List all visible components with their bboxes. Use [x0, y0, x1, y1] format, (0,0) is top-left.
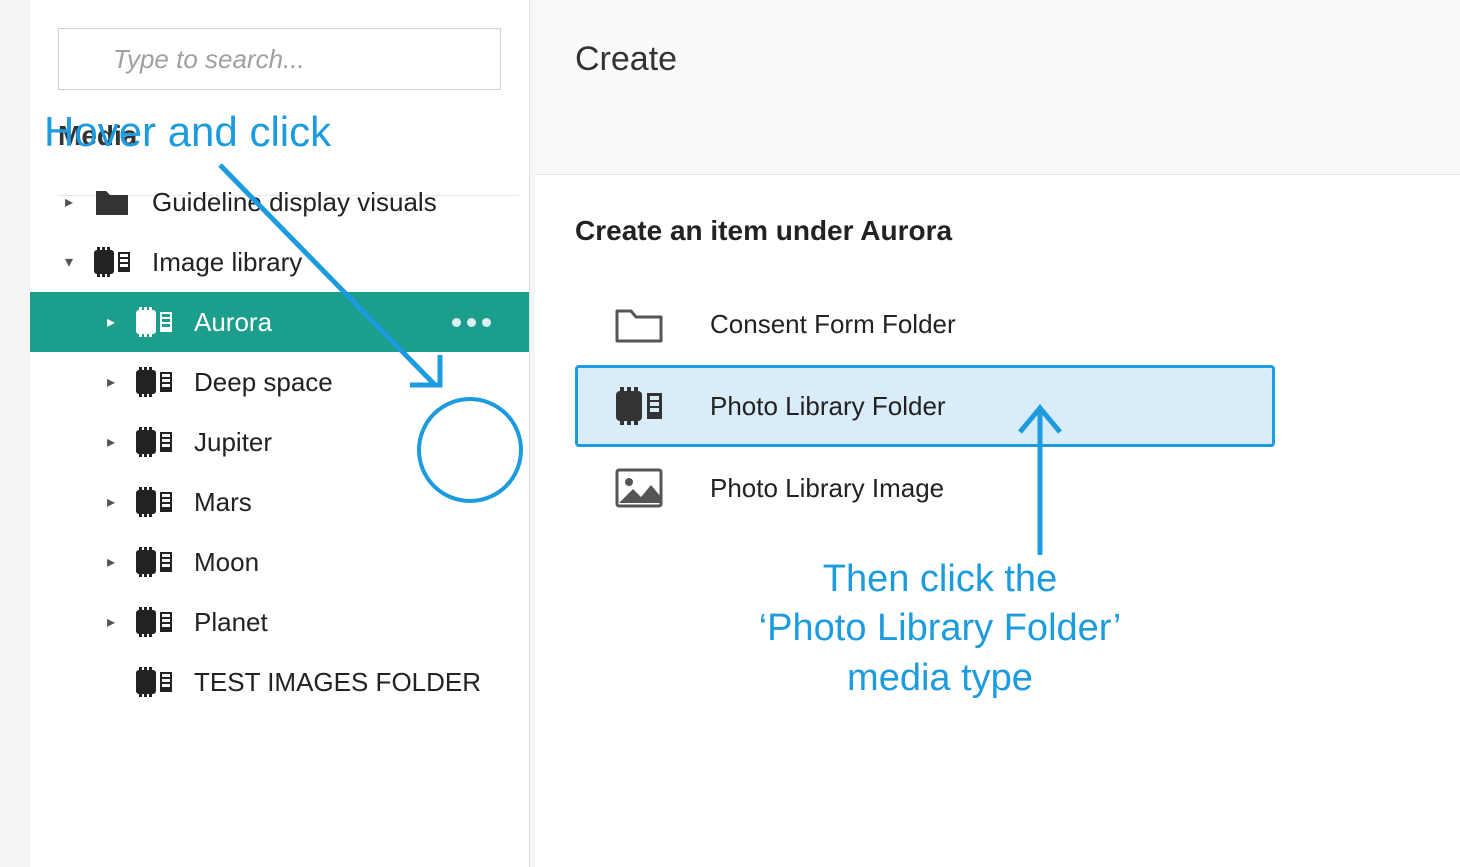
film-icon: [132, 486, 176, 518]
film-icon: [132, 546, 176, 578]
film-icon: [132, 666, 176, 698]
annotation-line: ‘Photo Library Folder’: [759, 607, 1122, 649]
chevron-right-icon[interactable]: ▸: [100, 612, 122, 632]
tree-label: Guideline display visuals: [152, 187, 529, 218]
more-options-icon[interactable]: [452, 318, 491, 327]
option-photo-library-image[interactable]: Photo Library Image: [575, 447, 1275, 529]
page-title: Create: [575, 40, 1420, 79]
option-consent-form-folder[interactable]: Consent Form Folder: [575, 283, 1275, 365]
main-body: Create an item under Aurora Consent Form…: [535, 175, 1460, 569]
tree-label: TEST IMAGES FOLDER: [194, 667, 529, 698]
option-label: Photo Library Folder: [710, 391, 946, 422]
annotation-line: Then click the: [823, 558, 1057, 600]
folder-icon: [604, 303, 674, 345]
chevron-right-icon[interactable]: ▸: [100, 312, 122, 332]
tree-item-moon[interactable]: ▸ Moon: [30, 532, 529, 592]
chevron-right-icon[interactable]: ▸: [58, 192, 80, 212]
film-icon: [132, 426, 176, 458]
search-input[interactable]: [58, 28, 501, 90]
film-icon: [604, 385, 674, 427]
annotation-then-click: Then click the ‘Photo Library Folder’ me…: [690, 555, 1190, 703]
tree-item-image-library[interactable]: ▾ Image library: [30, 232, 529, 292]
tree-label: Planet: [194, 607, 529, 638]
film-icon: [132, 306, 176, 338]
option-photo-library-folder[interactable]: Photo Library Folder: [575, 365, 1275, 447]
tree-item-test-images[interactable]: ▸ TEST IMAGES FOLDER: [30, 652, 529, 712]
tree-label: Deep space: [194, 367, 529, 398]
tree-item-planet[interactable]: ▸ Planet: [30, 592, 529, 652]
film-icon: [90, 246, 134, 278]
option-label: Photo Library Image: [710, 473, 944, 504]
annotation-hover-click: Hover and click: [44, 105, 331, 160]
main-header: Create: [535, 0, 1460, 175]
chevron-right-icon[interactable]: ▸: [100, 432, 122, 452]
tree-label: Aurora: [194, 307, 452, 338]
annotation-circle: [417, 397, 523, 503]
chevron-right-icon[interactable]: ▸: [100, 552, 122, 572]
film-icon: [132, 606, 176, 638]
main-panel: Create Create an item under Aurora Conse…: [535, 0, 1460, 867]
option-label: Consent Form Folder: [710, 309, 956, 340]
tree-item-guideline-visuals[interactable]: ▸ Guideline display visuals: [30, 172, 529, 232]
film-icon: [132, 366, 176, 398]
tree-item-aurora[interactable]: ▸ Aurora: [30, 292, 529, 352]
folder-icon: [90, 187, 134, 217]
create-subtitle: Create an item under Aurora: [575, 215, 1420, 247]
chevron-right-icon[interactable]: ▸: [100, 372, 122, 392]
tree-label: Image library: [152, 247, 529, 278]
tree-label: Moon: [194, 547, 529, 578]
chevron-down-icon[interactable]: ▾: [58, 252, 80, 272]
annotation-line: media type: [847, 657, 1033, 699]
chevron-right-icon[interactable]: ▸: [100, 492, 122, 512]
image-icon: [604, 467, 674, 509]
